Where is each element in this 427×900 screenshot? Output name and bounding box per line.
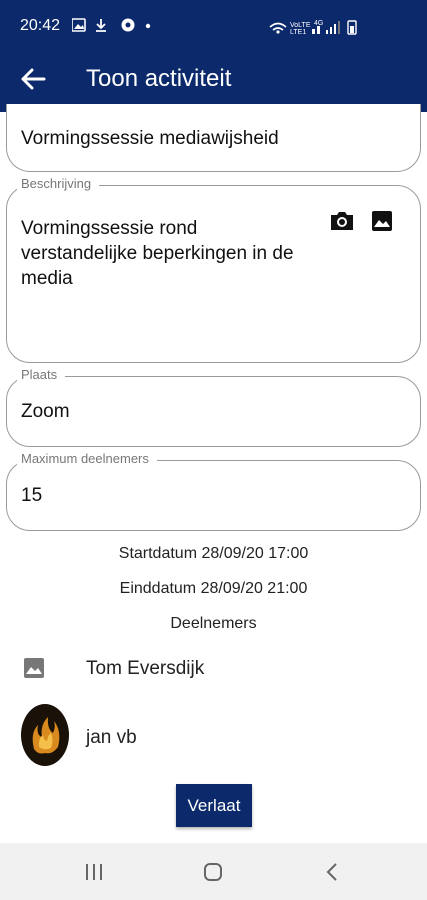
status-system-icons: VoLTE LTE1 4G (269, 20, 357, 35)
camera-icon[interactable] (329, 210, 355, 232)
page-title: Toon activiteit (86, 65, 232, 92)
arrow-left-icon (21, 68, 46, 90)
avatar (21, 704, 69, 766)
end-date: Einddatum 28/09/20 21:00 (119, 580, 308, 597)
start-date: Startdatum 28/09/20 17:00 (118, 545, 309, 562)
location-field[interactable]: Plaats Zoom (6, 367, 421, 447)
recent-apps-icon[interactable] (84, 863, 104, 881)
participant-name: Tom Eversdijk (86, 658, 205, 679)
participant-name: jan vb (86, 727, 137, 748)
image-icon[interactable] (371, 210, 393, 232)
svg-text:VoLTE: VoLTE (290, 22, 311, 29)
name-field[interactable]: Vormingssessie mediawijsheid (6, 104, 421, 172)
chevron-left-icon[interactable] (324, 862, 340, 882)
app-bar: Toon activiteit (0, 46, 427, 112)
description-field[interactable]: Beschrijving Vormingssessie rond verstan… (6, 176, 421, 363)
svg-text:LTE1: LTE1 (290, 29, 306, 35)
leave-button[interactable]: Verlaat (176, 784, 252, 827)
max-participants-field[interactable]: Maximum deelnemers 15 (6, 451, 421, 531)
max-participants-value: 15 (21, 485, 43, 506)
home-icon[interactable] (203, 862, 223, 882)
status-notification-icons (72, 18, 151, 32)
description-value: Vormingssessie rond verstandelijke beper… (21, 218, 294, 289)
system-navigation-bar (0, 843, 427, 900)
name-field-value: Vormingssessie mediawijsheid (21, 128, 279, 149)
status-bar: 20:42 VoLTE LTE1 4G (0, 0, 427, 46)
max-participants-label: Maximum deelnemers (17, 451, 157, 466)
description-label: Beschrijving (17, 176, 100, 191)
location-value: Zoom (21, 401, 70, 422)
svg-text:4G: 4G (314, 20, 323, 27)
location-label: Plaats (17, 367, 66, 382)
image-placeholder-icon (24, 658, 44, 678)
participants-heading: Deelnemers (170, 615, 257, 632)
back-button[interactable] (18, 64, 50, 94)
status-time: 20:42 (20, 17, 61, 34)
